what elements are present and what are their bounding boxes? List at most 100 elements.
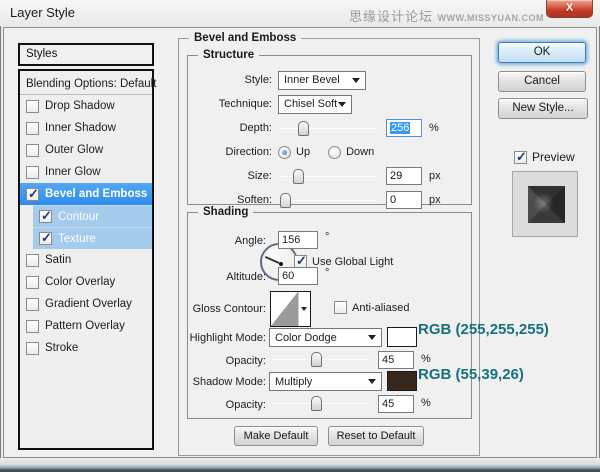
pattern-overlay-checkbox[interactable] <box>26 320 39 333</box>
size-label: Size: <box>194 170 272 182</box>
angle-unit: ° <box>325 231 329 243</box>
depth-input[interactable]: 256 <box>386 119 422 137</box>
size-slider[interactable] <box>278 168 378 184</box>
sidebar-item-label: Contour <box>58 211 99 223</box>
color-overlay-checkbox[interactable] <box>26 276 39 289</box>
altitude-value: 60 <box>282 270 294 282</box>
sidebar-item-inner-shadow[interactable]: Inner Shadow <box>20 117 152 139</box>
size-value: 29 <box>390 170 402 182</box>
bevel-and-emboss-checkbox[interactable] <box>26 188 39 201</box>
angle-input[interactable]: 156 <box>278 231 318 249</box>
shadow-rgb-annotation: RGB (55,39,26) <box>418 366 524 383</box>
slider-thumb[interactable] <box>311 352 322 367</box>
direction-up-radio[interactable] <box>278 146 291 159</box>
preview-checkbox[interactable] <box>514 151 527 164</box>
shadow-opacity-slider[interactable] <box>272 395 370 411</box>
sidebar-item-stroke[interactable]: Stroke <box>20 337 152 359</box>
slider-track[interactable] <box>278 200 378 201</box>
shadow-color-swatch[interactable] <box>387 371 417 391</box>
sidebar-item-bevel-and-emboss[interactable]: Bevel and Emboss <box>20 183 152 205</box>
reset-to-default-button[interactable]: Reset to Default <box>328 426 424 446</box>
sidebar-item-label: Satin <box>45 254 71 266</box>
title-bar: Layer Style 思缘设计论坛 WWW.MISSYUAN.COM X <box>0 0 600 26</box>
direction-row: Direction: Up Down <box>194 140 467 164</box>
sidebar-item-label: Gradient Overlay <box>45 298 132 310</box>
inner-glow-checkbox[interactable] <box>26 166 39 179</box>
sidebar-item-label: Inner Glow <box>45 166 101 178</box>
cancel-button[interactable]: Cancel <box>498 71 586 92</box>
altitude-input[interactable]: 60 <box>278 267 318 285</box>
watermark-url: WWW.MISSYUAN.COM <box>438 13 545 23</box>
depth-label: Depth: <box>194 122 272 134</box>
new-style-button[interactable]: New Style... <box>498 98 588 119</box>
close-button[interactable]: X <box>546 0 593 18</box>
texture-checkbox[interactable] <box>39 232 52 245</box>
sidebar-item-label: Drop Shadow <box>45 100 115 112</box>
gradient-overlay-checkbox[interactable] <box>26 298 39 311</box>
slider-thumb[interactable] <box>280 193 291 208</box>
highlight-color-swatch[interactable] <box>387 327 417 347</box>
soften-input[interactable]: 0 <box>386 191 422 209</box>
stroke-checkbox[interactable] <box>26 342 39 355</box>
sidebar-item-pattern-overlay[interactable]: Pattern Overlay <box>20 315 152 337</box>
preview-label: Preview <box>532 150 575 164</box>
soften-slider[interactable] <box>278 192 378 208</box>
contour-checkbox[interactable] <box>39 210 52 223</box>
sidebar-item-label: Bevel and Emboss <box>45 188 147 200</box>
preview-thumbnail <box>512 171 578 237</box>
technique-dropdown[interactable]: Chisel Soft <box>278 95 352 114</box>
sidebar-item-label: Texture <box>58 233 96 245</box>
style-label: Style: <box>194 74 272 86</box>
slider-thumb[interactable] <box>298 121 309 136</box>
anti-aliased-checkbox[interactable] <box>334 301 347 314</box>
highlight-opacity-value: 45 <box>382 354 394 366</box>
altitude-label: Altitude: <box>188 271 266 283</box>
direction-down-label: Down <box>346 146 374 158</box>
sidebar-item-contour[interactable]: Contour <box>33 205 152 227</box>
angle-dot-icon <box>279 262 283 266</box>
satin-checkbox[interactable] <box>26 254 39 267</box>
depth-row: Depth: 256 % <box>194 116 467 140</box>
outer-glow-checkbox[interactable] <box>26 144 39 157</box>
highlight-opacity-slider[interactable] <box>272 351 370 367</box>
anti-aliased-label: Anti-aliased <box>352 302 409 314</box>
gloss-contour-picker[interactable] <box>270 291 311 327</box>
slider-track[interactable] <box>278 128 378 129</box>
sidebar-item-gradient-overlay[interactable]: Gradient Overlay <box>20 293 152 315</box>
sidebar-item-blending-options[interactable]: Blending Options: Default <box>20 73 152 95</box>
shadow-mode-dropdown[interactable]: Multiply <box>269 372 382 391</box>
size-input[interactable]: 29 <box>386 167 422 185</box>
highlight-mode-dropdown[interactable]: Color Dodge <box>269 328 382 347</box>
sidebar-item-drop-shadow[interactable]: Drop Shadow <box>20 95 152 117</box>
make-default-button[interactable]: Make Default <box>234 426 318 446</box>
style-value: Inner Bevel <box>284 74 340 86</box>
bevel-preview-image <box>528 186 565 223</box>
technique-row: Technique: Chisel Soft <box>194 92 467 116</box>
watermark: 思缘设计论坛 WWW.MISSYUAN.COM <box>349 6 544 26</box>
chevron-down-icon <box>368 335 376 340</box>
shadow-opacity-unit: % <box>421 397 431 409</box>
sidebar-item-color-overlay[interactable]: Color Overlay <box>20 271 152 293</box>
angle-value: 156 <box>282 234 300 246</box>
shadow-opacity-input[interactable]: 45 <box>378 395 414 413</box>
shading-title: Shading <box>198 205 253 220</box>
depth-slider[interactable] <box>278 120 378 136</box>
chevron-down-icon <box>338 102 346 107</box>
direction-down-radio[interactable] <box>328 146 341 159</box>
slider-thumb[interactable] <box>311 396 322 411</box>
sidebar-item-label: Color Overlay <box>45 276 115 288</box>
shadow-opacity-label: Opacity: <box>188 399 266 411</box>
drop-shadow-checkbox[interactable] <box>26 100 39 113</box>
sidebar-item-inner-glow[interactable]: Inner Glow <box>20 161 152 183</box>
style-dropdown[interactable]: Inner Bevel <box>278 71 366 90</box>
ok-button[interactable]: OK <box>498 42 586 63</box>
preview-toggle[interactable]: Preview <box>514 150 575 164</box>
sidebar-item-satin[interactable]: Satin <box>20 249 152 271</box>
chevron-down-icon <box>368 379 376 384</box>
shadow-mode-value: Multiply <box>275 376 312 388</box>
slider-thumb[interactable] <box>293 169 304 184</box>
sidebar-item-texture[interactable]: Texture <box>33 227 152 249</box>
sidebar-item-outer-glow[interactable]: Outer Glow <box>20 139 152 161</box>
highlight-opacity-input[interactable]: 45 <box>378 351 414 369</box>
inner-shadow-checkbox[interactable] <box>26 122 39 135</box>
